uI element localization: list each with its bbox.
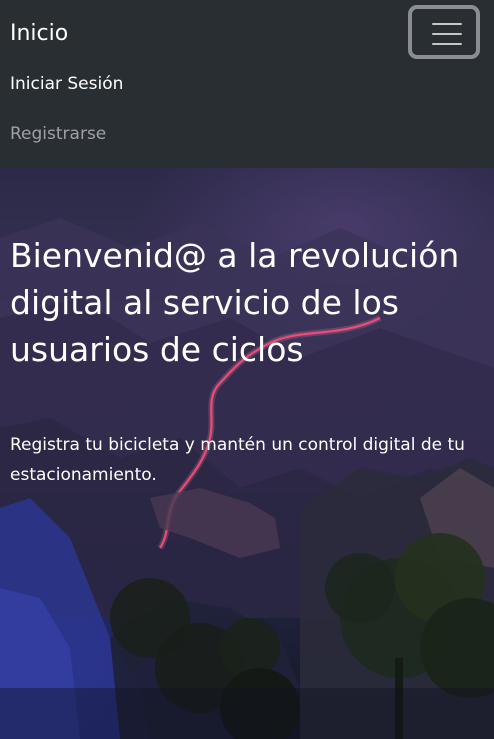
hero-section: Bienvenid@ a la revolución digital al se… [0,168,494,739]
hamburger-menu-icon-bar [432,43,462,45]
hero-subtitle: Registra tu bicicleta y mantén un contro… [10,435,465,485]
nav-link-login[interactable]: Iniciar Sesión [10,72,123,96]
hamburger-menu-icon-bar [432,33,462,35]
brand-home-link[interactable]: Inicio [10,19,68,49]
hero-title: Bienvenid@ a la revolución digital al se… [10,236,460,369]
hamburger-menu-icon [432,23,462,25]
navbar-toggle-button[interactable] [408,5,480,59]
top-navbar: Inicio Iniciar Sesión Registrarse [0,0,494,168]
nav-link-register[interactable]: Registrarse [10,122,106,146]
